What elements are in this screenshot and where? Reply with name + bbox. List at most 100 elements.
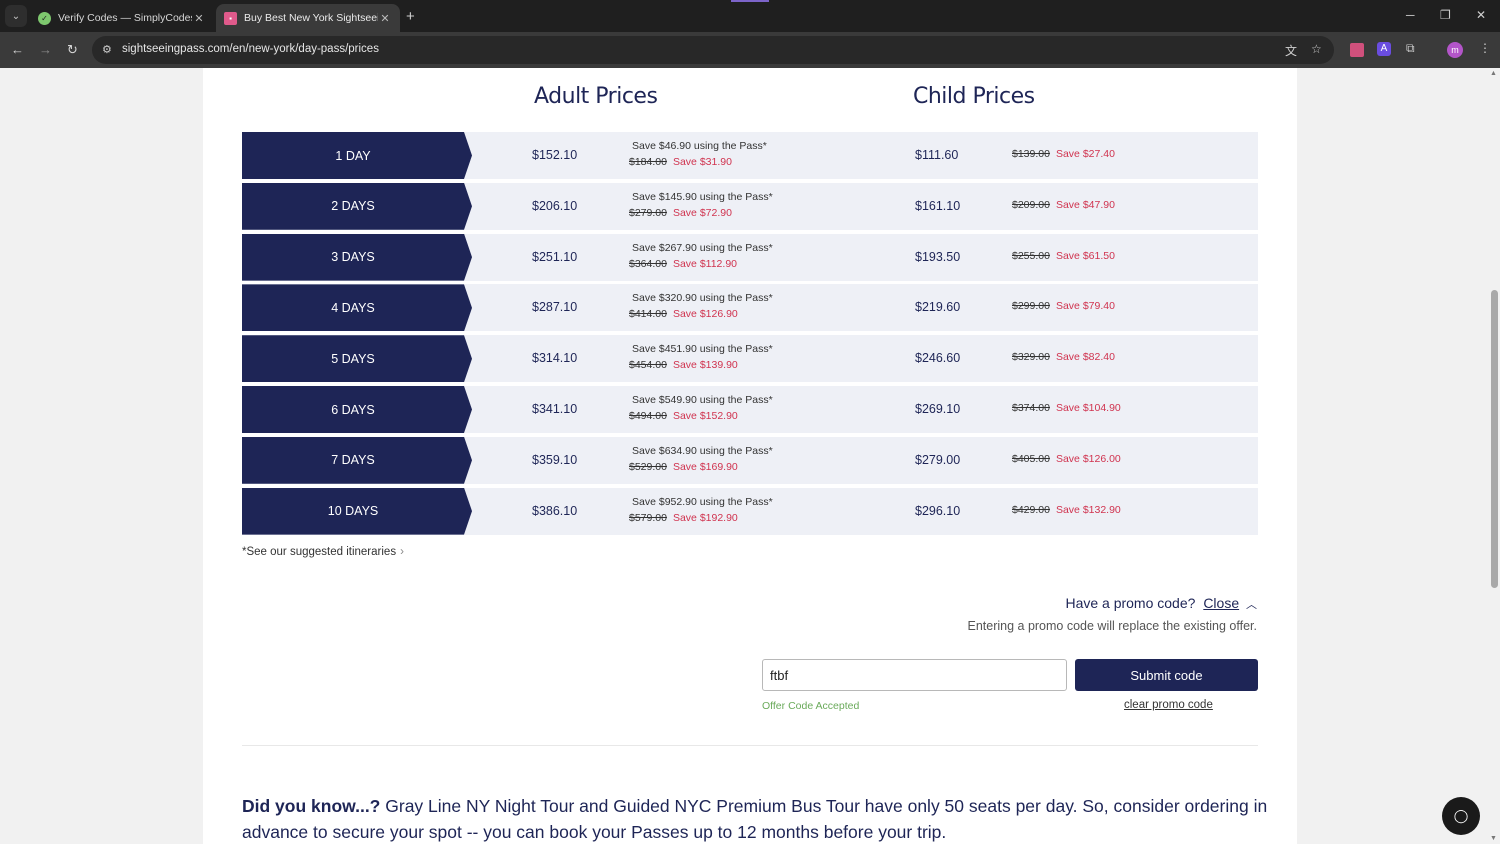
adult-original-line: $454.00 Save $139.90: [629, 359, 738, 371]
extension-a-icon[interactable]: A: [1377, 42, 1391, 56]
browser-tab-bar: ⌄ ✓ Verify Codes — SimplyCodes ✕ ▪ Buy B…: [0, 0, 1500, 32]
tab-title: Buy Best New York Sightseeing: [244, 12, 378, 24]
adult-original-line: $579.00 Save $192.90: [629, 512, 738, 524]
child-original-line: $209.00 Save $47.90: [1012, 199, 1115, 211]
promo-code-input[interactable]: [762, 659, 1067, 691]
adult-price: $359.10: [532, 452, 578, 467]
adult-original-price: $494.00: [629, 410, 667, 422]
adult-pass-savings: Save $451.90 using the Pass*: [632, 343, 773, 356]
minimize-icon[interactable]: ─: [1406, 8, 1415, 22]
adult-original-price: $529.00: [629, 460, 667, 473]
extensions-puzzle-icon[interactable]: ⧉: [1406, 41, 1415, 56]
sightseeing-favicon-icon: ▪: [224, 11, 237, 25]
chat-widget-icon[interactable]: ◯: [1442, 797, 1480, 835]
child-original-line: $329.00 Save $82.40: [1012, 351, 1115, 363]
adult-save-amount: Save $169.90: [672, 460, 738, 473]
price-row: 7 DAYS $359.10 Save $634.90 using the Pass…: [242, 436, 1258, 484]
adult-pass-savings: Save $46.90 using the Pass*: [632, 140, 767, 152]
back-icon[interactable]: ←: [11, 42, 24, 57]
promo-question-text: Have a promo code?: [1065, 595, 1196, 611]
child-save-amount: Save $126.00: [1055, 452, 1121, 465]
site-settings-icon[interactable]: ⚙: [102, 43, 112, 56]
clear-promo-code-link[interactable]: clear promo code: [1124, 699, 1213, 711]
child-price: $111.60: [915, 148, 959, 162]
adult-save-amount: Save $152.90: [672, 410, 738, 422]
price-row: 4 DAYS $287.10 Save $320.90 using the Pass…: [242, 284, 1258, 332]
child-original-price: $209.00: [1012, 198, 1050, 211]
adult-pass-savings: Save $549.90 using the Pass*: [632, 394, 773, 406]
child-save-amount: Save $132.90: [1055, 503, 1121, 516]
adult-original-line: $279.00 Save $72.90: [629, 207, 732, 219]
child-original-price: $429.00: [1012, 503, 1050, 516]
adult-save-amount: Save $139.90: [672, 359, 738, 372]
child-original-line: $429.00 Save $132.90: [1012, 504, 1121, 516]
child-price: $219.60: [915, 300, 961, 315]
section-divider: [242, 745, 1258, 746]
translate-icon[interactable]: ⽂: [1285, 42, 1297, 59]
restore-icon[interactable]: ❐: [1440, 8, 1451, 22]
bookmark-star-icon[interactable]: ☆: [1311, 42, 1322, 56]
scroll-thumb[interactable]: [1491, 290, 1498, 588]
child-prices-heading: Child Prices: [913, 84, 1035, 109]
day-pass-label[interactable]: 1 DAY: [242, 132, 472, 179]
adult-original-line: $494.00 Save $152.90: [629, 410, 738, 422]
child-price: $246.60: [915, 351, 961, 366]
adult-price: $314.10: [532, 351, 578, 366]
price-row: 2 DAYS $206.10 Save $145.90 using the Pass…: [242, 182, 1258, 230]
close-window-icon[interactable]: ✕: [1476, 8, 1486, 22]
adult-original-price: $454.00: [629, 359, 667, 372]
price-row: 6 DAYS $341.10 Save $549.90 using the Pass…: [242, 386, 1258, 433]
child-original-price: $405.00: [1012, 452, 1050, 465]
child-save-amount: Save $27.40: [1055, 148, 1115, 160]
adult-price: $287.10: [532, 300, 578, 315]
page-scrollbar[interactable]: ▲ ▼: [1488, 68, 1500, 844]
day-pass-label[interactable]: 4 DAYS: [242, 284, 472, 332]
url-text: sightseeingpass.com/en/new-york/day-pass…: [122, 43, 379, 55]
day-pass-label[interactable]: 10 DAYS: [242, 487, 472, 535]
forward-icon[interactable]: →: [39, 42, 52, 57]
scroll-up-icon[interactable]: ▲: [1490, 70, 1497, 77]
day-pass-label[interactable]: 6 DAYS: [242, 386, 472, 433]
child-original-line: $299.00 Save $79.40: [1012, 300, 1115, 312]
offer-accepted-status: Offer Code Accepted: [762, 700, 860, 712]
browser-menu-icon[interactable]: ⋮: [1479, 41, 1491, 55]
scroll-down-icon[interactable]: ▼: [1490, 835, 1497, 842]
adult-original-line: $364.00 Save $112.90: [629, 258, 737, 270]
adult-original-line: $184.00 Save $31.90: [629, 156, 732, 168]
day-pass-label[interactable]: 5 DAYS: [242, 335, 472, 383]
profile-avatar-icon[interactable]: m: [1447, 42, 1463, 58]
close-tab-icon[interactable]: ✕: [192, 12, 206, 25]
simplycodes-favicon-icon: ✓: [38, 11, 51, 25]
price-row: 1 DAY $152.10 Save $46.90 using the Pass* $…: [242, 132, 1258, 179]
close-tab-icon[interactable]: ✕: [378, 12, 392, 25]
promo-close-link[interactable]: Close: [1203, 595, 1239, 611]
itineraries-link-text: *See our suggested itineraries: [242, 546, 397, 558]
extension-gift-icon[interactable]: [1350, 43, 1364, 57]
child-price: $279.00: [915, 452, 961, 467]
submit-code-button[interactable]: Submit code: [1075, 659, 1258, 691]
day-pass-label[interactable]: 3 DAYS: [242, 233, 472, 281]
price-row: 3 DAYS $251.10 Save $267.90 using the Pass…: [242, 233, 1258, 281]
day-pass-label[interactable]: 2 DAYS: [242, 182, 472, 230]
tab-search-button[interactable]: ⌄: [5, 5, 27, 27]
chevron-up-icon[interactable]: ︿: [1246, 599, 1257, 611]
child-save-amount: Save $104.90: [1055, 402, 1121, 414]
child-original-line: $405.00 Save $126.00: [1012, 453, 1121, 465]
tab-sightseeing-pass[interactable]: ▪ Buy Best New York Sightseeing ✕: [216, 4, 400, 32]
address-bar[interactable]: ⚙ sightseeingpass.com/en/new-york/day-pa…: [92, 36, 1334, 64]
adult-prices-heading: Adult Prices: [534, 84, 658, 109]
adult-original-price: $279.00: [629, 206, 667, 219]
suggested-itineraries-link[interactable]: *See our suggested itineraries ›: [242, 546, 404, 558]
adult-pass-savings: Save $634.90 using the Pass*: [632, 444, 773, 457]
child-save-amount: Save $61.50: [1055, 249, 1115, 262]
new-tab-icon[interactable]: +: [406, 8, 415, 25]
adult-original-price: $579.00: [629, 511, 667, 524]
tab-verify-codes[interactable]: ✓ Verify Codes — SimplyCodes ✕: [30, 4, 214, 32]
child-original-line: $255.00 Save $61.50: [1012, 250, 1115, 262]
adult-original-line: $414.00 Save $126.90: [629, 308, 738, 320]
did-you-know-lead: Did you know...?: [242, 796, 381, 816]
adult-price: $206.10: [532, 198, 578, 213]
reload-icon[interactable]: ↻: [67, 42, 78, 58]
child-price: $193.50: [915, 249, 961, 264]
day-pass-label[interactable]: 7 DAYS: [242, 436, 472, 484]
